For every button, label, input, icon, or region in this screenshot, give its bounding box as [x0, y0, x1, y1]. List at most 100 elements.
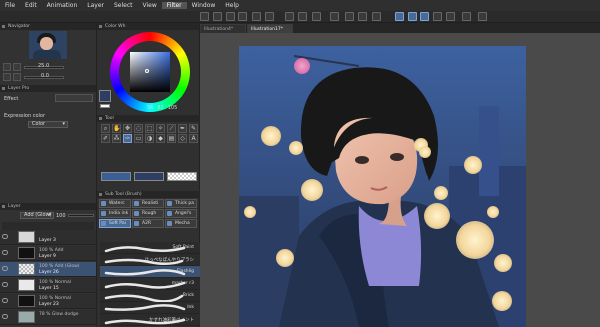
blend-tool-icon[interactable]: ◑: [145, 134, 154, 143]
undo-icon[interactable]: [238, 12, 247, 21]
pen-pressure-icon[interactable]: [395, 12, 404, 21]
opacity-slider[interactable]: [68, 214, 94, 217]
brush-preset-row[interactable]: Soft Paint: [100, 242, 200, 254]
layer-name: Layer 15: [39, 286, 59, 291]
snap-icon[interactable]: [345, 12, 354, 21]
hand-tool-icon[interactable]: ✋: [112, 124, 121, 133]
layer-row[interactable]: 100 % Add (Glow) Layer 26: [0, 262, 96, 277]
redo-icon[interactable]: [252, 12, 261, 21]
brush-selected-icon[interactable]: ✑: [123, 134, 132, 143]
brightness-value: 105: [167, 105, 178, 111]
brush-preset-row[interactable]: かすれ油彩筆ペイント: [100, 314, 200, 326]
pencil-tool-icon[interactable]: ✎: [189, 124, 198, 133]
eye-icon[interactable]: [2, 266, 8, 271]
eye-icon[interactable]: [2, 298, 8, 303]
brush-preset-row[interactable]: ほっぺなぼんやりブラシ: [100, 254, 200, 266]
layer-row[interactable]: Layer 3: [0, 230, 96, 245]
menu-item-edit[interactable]: Edit: [20, 2, 42, 9]
move-tool-icon[interactable]: ✥: [123, 124, 132, 133]
layer-row[interactable]: 100 % Normal Layer 15: [0, 278, 96, 293]
expand-icon[interactable]: [478, 12, 487, 21]
zoom-out-icon[interactable]: [3, 63, 11, 71]
saturation-value-square[interactable]: [130, 52, 170, 92]
menu-item-layer[interactable]: Layer: [82, 2, 109, 9]
window-icon[interactable]: [462, 12, 471, 21]
eyedropper-icon[interactable]: ⟋: [167, 124, 176, 133]
blend-mode-dropdown[interactable]: Add (Glow): [20, 212, 54, 219]
fill-icon[interactable]: [298, 12, 307, 21]
menu-item-help[interactable]: Help: [220, 2, 244, 9]
brush-preset-row[interactable]: marker r3: [100, 278, 200, 290]
navigator-thumbnail[interactable]: [29, 31, 67, 59]
auto-select-icon[interactable]: ✧: [156, 124, 165, 133]
spray-tool-icon[interactable]: ⁂: [112, 134, 121, 143]
sub-tool-item[interactable]: A2R: [132, 219, 164, 228]
expression-color-dropdown[interactable]: Color: [28, 121, 68, 128]
lasso-icon[interactable]: [446, 12, 455, 21]
document-tab[interactable]: Illustration17*: [247, 24, 293, 33]
text-tool-icon[interactable]: A: [189, 134, 198, 143]
grid-icon[interactable]: [372, 12, 381, 21]
new-file-icon[interactable]: [200, 12, 209, 21]
menu-item-animation[interactable]: Animation: [42, 2, 83, 9]
menu-item-view[interactable]: View: [138, 2, 162, 9]
layer-row[interactable]: 100 % Add Layer 9: [0, 246, 96, 261]
menu-item-window[interactable]: Window: [187, 2, 221, 9]
selection-icon[interactable]: [330, 12, 339, 21]
effect-buttons[interactable]: [55, 94, 93, 102]
rotate-left-icon[interactable]: [3, 73, 11, 81]
menu-item-file[interactable]: File: [0, 2, 20, 9]
sub-tool-item[interactable]: Realisti: [132, 199, 164, 208]
save-icon[interactable]: [226, 12, 235, 21]
color-swatch-navy[interactable]: [134, 172, 164, 181]
eye-icon[interactable]: [2, 250, 8, 255]
eye-icon[interactable]: [2, 282, 8, 287]
lasso-tool-icon[interactable]: ◌: [134, 124, 143, 133]
brush-preset-row[interactable]: Brick: [100, 290, 200, 302]
document-tab[interactable]: Illustration4*: [200, 24, 246, 33]
ruler-icon[interactable]: [358, 12, 367, 21]
brush-icon[interactable]: [408, 12, 417, 21]
bokeh-light: [261, 126, 281, 146]
gradient-tool-icon[interactable]: ▤: [167, 134, 176, 143]
clear-icon[interactable]: [265, 12, 274, 21]
menu-item-select[interactable]: Select: [109, 2, 138, 9]
deselect-icon[interactable]: [312, 12, 321, 21]
figure-tool-icon[interactable]: ◇: [178, 134, 187, 143]
rotate-right-icon[interactable]: [13, 73, 21, 81]
settings-icon[interactable]: [420, 12, 429, 21]
sub-color-swatch[interactable]: [100, 104, 110, 108]
eye-icon[interactable]: [2, 234, 8, 239]
brush-preset-row[interactable]: Flashlig: [100, 266, 200, 278]
sub-tool-item[interactable]: Soft Pai: [99, 219, 131, 228]
sub-tool-title: Sub Tool (Brush): [97, 191, 200, 198]
sub-tool-item[interactable]: Thick pa: [165, 199, 197, 208]
color-swatch-blue[interactable]: [101, 172, 131, 181]
illustration-canvas[interactable]: [239, 46, 526, 327]
color-cursor[interactable]: [145, 69, 149, 73]
transform-icon[interactable]: [285, 12, 294, 21]
zoom-tool-icon[interactable]: ⌕: [101, 124, 110, 133]
sub-tool-item[interactable]: India ink: [99, 209, 131, 218]
selection-tool-icon[interactable]: ⬚: [145, 124, 154, 133]
sub-tool-item[interactable]: Angel's: [165, 209, 197, 218]
layer-icon[interactable]: [433, 12, 442, 21]
brush-tool-icon[interactable]: ✐: [101, 134, 110, 143]
main-color-swatch[interactable]: [99, 90, 111, 102]
sub-tool-item[interactable]: Waterc: [99, 199, 131, 208]
menu-item-filter[interactable]: Filter: [161, 2, 187, 9]
brush-preset-row[interactable]: Ink: [100, 302, 200, 314]
eye-icon[interactable]: [2, 314, 8, 319]
eraser-icon[interactable]: ▭: [134, 134, 143, 143]
tool-title: Tool: [97, 115, 200, 122]
transparent-swatch[interactable]: [167, 172, 197, 181]
open-file-icon[interactable]: [213, 12, 222, 21]
fill-tool-icon[interactable]: ◆: [156, 134, 165, 143]
sub-tool-item[interactable]: Mecha: [165, 219, 197, 228]
layer-row[interactable]: 100 % Normal Layer 23: [0, 294, 96, 309]
layer-row[interactable]: 78 % Glow dodge: [0, 310, 96, 325]
pen-tool-icon[interactable]: ✒: [178, 124, 187, 133]
zoom-in-icon[interactable]: [13, 63, 21, 71]
sub-tool-item[interactable]: Rough: [132, 209, 164, 218]
tool-grid: ⌕ ✋ ✥ ◌ ⬚ ✧ ⟋ ✒ ✎ ✐ ⁂ ✑ ▭ ◑ ◆ ▤ ◇ A: [101, 124, 199, 143]
